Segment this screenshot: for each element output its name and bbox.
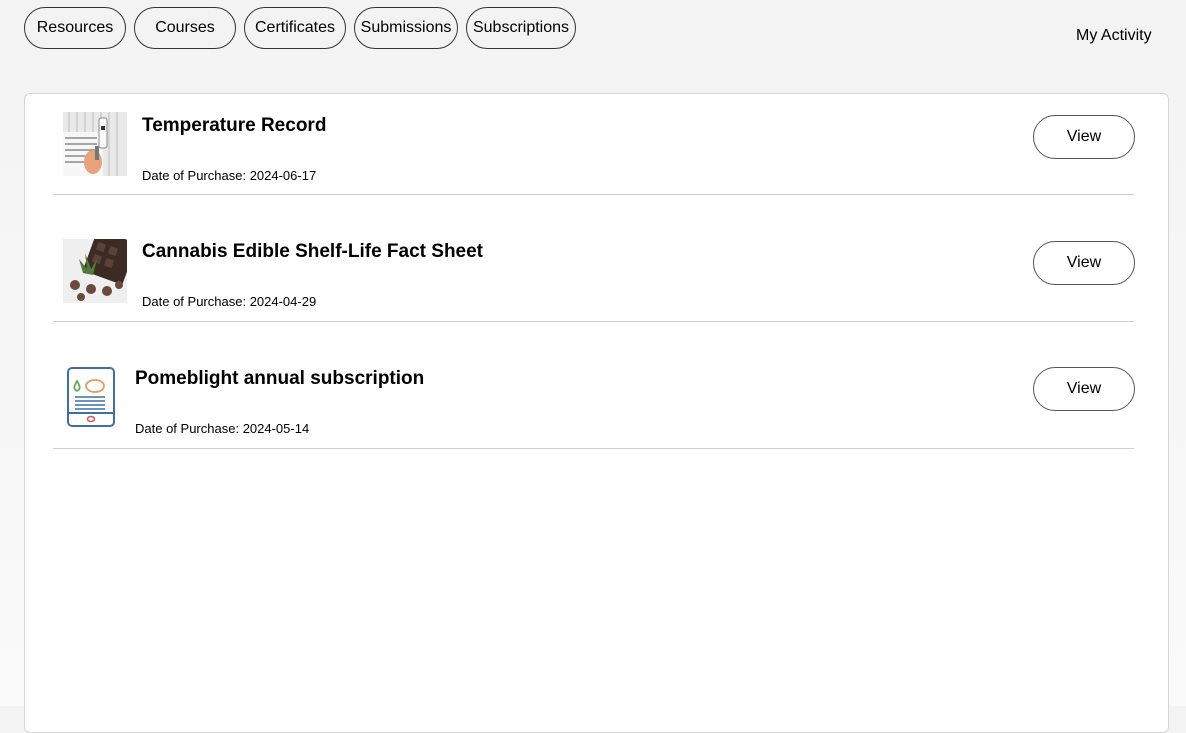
cannabis-chocolate-photo-thumbnail <box>63 239 127 303</box>
tab-certificates[interactable]: Certificates <box>244 7 346 49</box>
view-button[interactable]: View <box>1033 241 1135 285</box>
purchase-row: Temperature Record Date of Purchase: 202… <box>53 95 1135 195</box>
view-button[interactable]: View <box>1033 115 1135 159</box>
purchase-date-value: 2024-04-29 <box>249 294 317 309</box>
purchase-title[interactable]: Cannabis Edible Shelf-Life Fact Sheet <box>142 241 483 263</box>
purchase-date: Date of Purchase: 2024-06-17 <box>142 168 316 183</box>
view-button[interactable]: View <box>1033 367 1135 411</box>
purchase-date-label: Date of Purchase: <box>135 421 240 436</box>
purchase-date-label: Date of Purchase: <box>142 294 247 309</box>
purchase-date: Date of Purchase: 2024-04-29 <box>142 294 316 309</box>
purchase-date: Date of Purchase: 2024-05-14 <box>135 421 309 436</box>
tab-resources[interactable]: Resources <box>24 7 126 49</box>
thermometer-photo-thumbnail <box>63 112 127 176</box>
nav-tabs: Resources Courses Certificates Submissio… <box>24 7 576 49</box>
tab-courses[interactable]: Courses <box>134 7 236 49</box>
purchase-row: Cannabis Edible Shelf-Life Fact Sheet Da… <box>53 222 1135 322</box>
purchases-panel: Temperature Record Date of Purchase: 202… <box>24 93 1169 733</box>
tab-submissions[interactable]: Submissions <box>354 7 458 49</box>
purchase-title[interactable]: Temperature Record <box>142 115 326 137</box>
purchase-date-value: 2024-06-17 <box>249 168 317 183</box>
purchase-row: Pomeblight annual subscription Date of P… <box>53 349 1135 449</box>
tab-subscriptions[interactable]: Subscriptions <box>466 7 576 49</box>
purchase-date-value: 2024-05-14 <box>242 421 310 436</box>
purchase-title[interactable]: Pomeblight annual subscription <box>135 368 424 390</box>
purchase-date-label: Date of Purchase: <box>142 168 247 183</box>
my-activity-link[interactable]: My Activity <box>1076 27 1152 45</box>
tablet-document-icon <box>65 365 117 429</box>
